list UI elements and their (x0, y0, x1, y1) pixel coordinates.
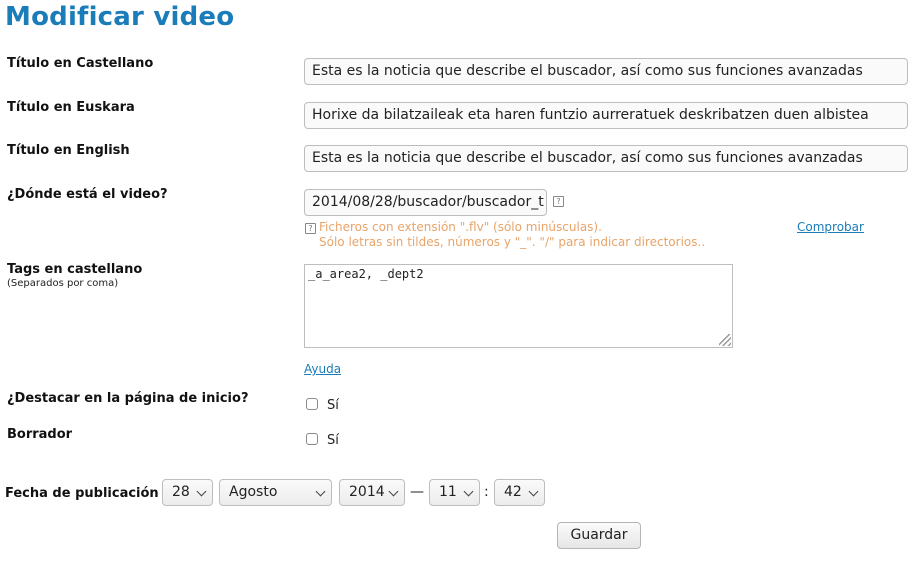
year-select[interactable]: 2014 (339, 479, 405, 506)
year-value: 2014 (349, 484, 385, 500)
video-hint-icon: ? (305, 223, 316, 234)
titulo-euskara-input[interactable]: Horixe da bilatzaileak eta haren funtzio… (304, 102, 908, 129)
tags-textarea[interactable]: _a_area2, _dept2 (304, 264, 733, 348)
titulo-euskara-label: Título en Euskara (7, 100, 135, 115)
borrador-option-label: Sí (327, 433, 339, 448)
titulo-english-input[interactable]: Esta es la noticia que describe el busca… (304, 145, 908, 172)
minute-value: 42 (504, 484, 522, 500)
resize-grip-icon[interactable] (719, 334, 731, 346)
video-hint-line1: Ficheros con extensión ".flv" (sólo minú… (319, 220, 602, 234)
video-help-icon[interactable]: ? (553, 196, 564, 207)
tags-sublabel: (Separados por coma) (7, 278, 119, 289)
hour-select[interactable]: 11 (429, 479, 480, 506)
chevron-down-icon (463, 486, 474, 497)
destacar-option-label: Sí (327, 398, 339, 413)
borrador-label: Borrador (7, 427, 73, 442)
save-button[interactable]: Guardar (557, 522, 641, 549)
destacar-checkbox[interactable] (306, 398, 318, 410)
chevron-down-icon (196, 486, 207, 497)
check-video-link[interactable]: Comprobar (797, 220, 864, 234)
month-value: Agosto (229, 484, 278, 500)
month-select[interactable]: Agosto (219, 479, 332, 506)
chevron-down-icon (315, 486, 326, 497)
destacar-label: ¿Destacar en la página de inicio? (7, 391, 249, 406)
page-title: Modificar video (5, 2, 235, 32)
day-value: 28 (172, 484, 190, 500)
hour-value: 11 (439, 484, 457, 500)
video-label: ¿Dónde está el video? (7, 187, 168, 202)
tags-help-link[interactable]: Ayuda (304, 362, 341, 376)
fecha-label: Fecha de publicación (5, 486, 159, 501)
video-hint-line2: Sólo letras sin tildes, números y "_". "… (319, 235, 706, 249)
chevron-down-icon (528, 486, 539, 497)
date-time-separator: — (410, 484, 424, 500)
titulo-castellano-input[interactable]: Esta es la noticia que describe el busca… (304, 58, 908, 85)
video-path-input[interactable]: 2014/08/28/buscador/buscador_t (304, 189, 547, 216)
time-colon: : (484, 484, 489, 500)
day-select[interactable]: 28 (162, 479, 213, 506)
borrador-checkbox[interactable] (306, 433, 318, 445)
chevron-down-icon (388, 486, 399, 497)
tags-label: Tags en castellano (7, 262, 143, 277)
titulo-castellano-label: Título en Castellano (7, 56, 154, 71)
titulo-english-label: Título en English (7, 143, 130, 158)
minute-select[interactable]: 42 (494, 479, 545, 506)
